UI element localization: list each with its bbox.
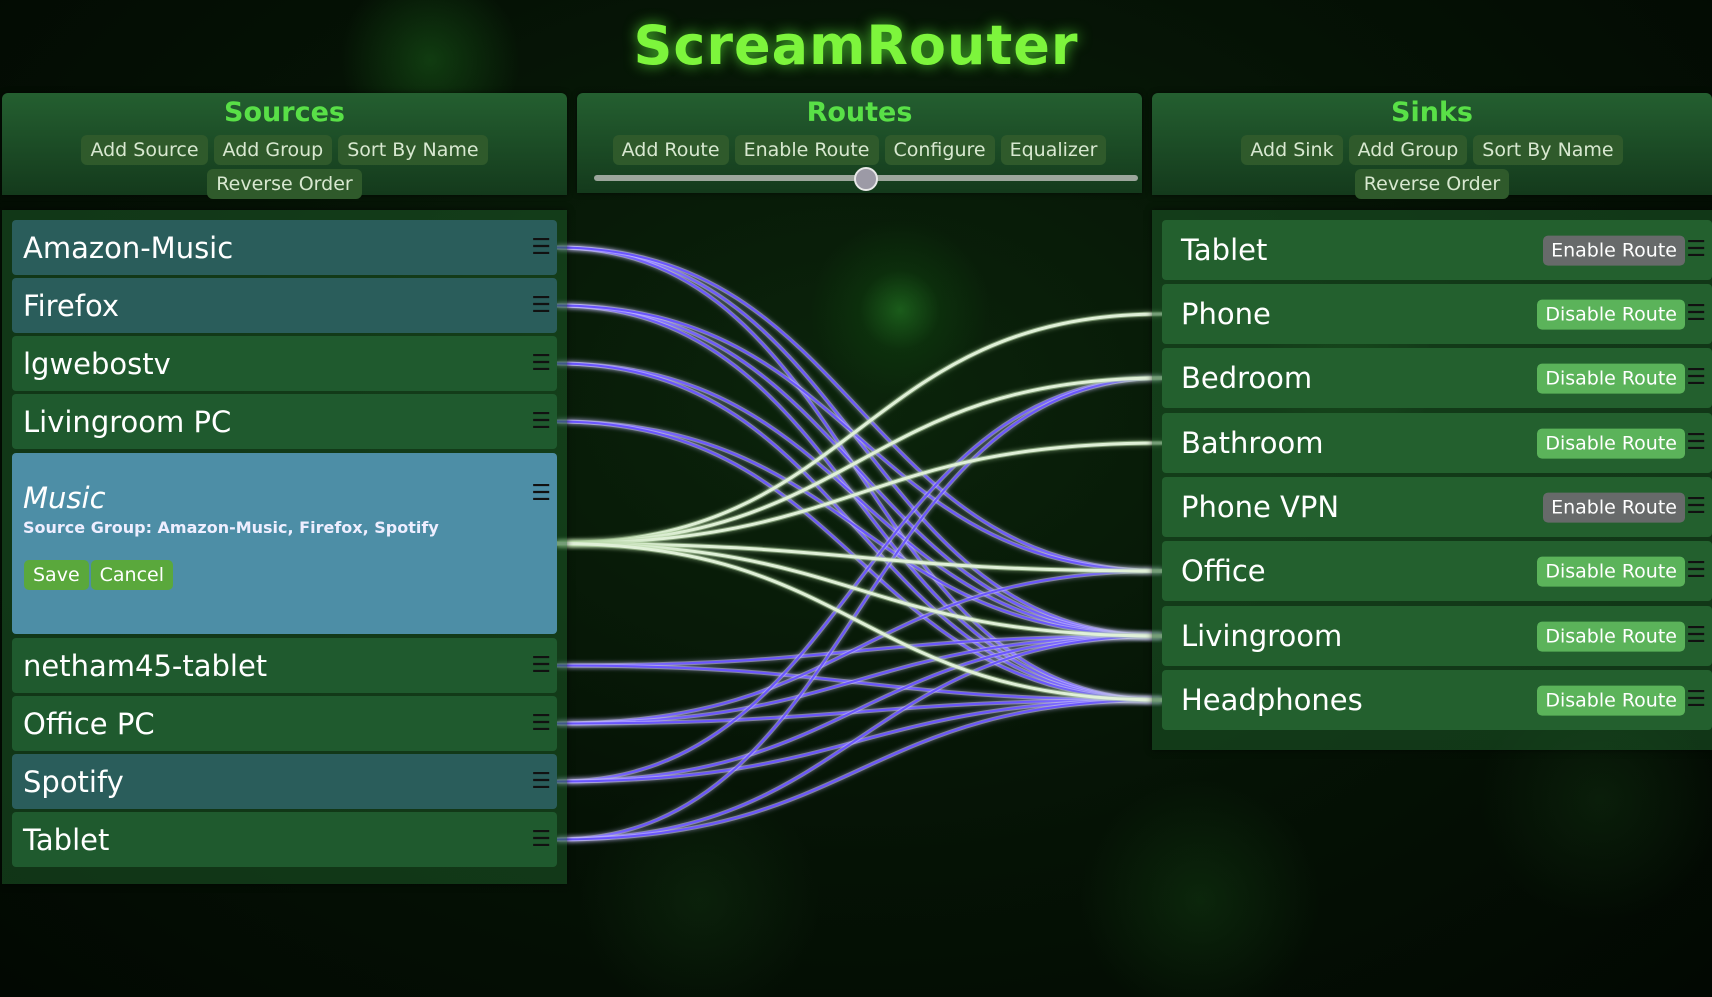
app-title: ScreamRouter: [633, 14, 1079, 77]
source-item[interactable]: lgwebostv ☰: [12, 336, 557, 391]
source-group-info: Source Group: Amazon-Music, Firefox, Spo…: [23, 518, 439, 537]
route-line[interactable]: [556, 246, 1163, 572]
sink-item[interactable]: Phone Disable Route ☰: [1162, 284, 1712, 344]
save-button[interactable]: Save: [24, 560, 89, 590]
sink-item[interactable]: Headphones Disable Route ☰: [1162, 670, 1712, 730]
menu-icon[interactable]: ☰: [1686, 496, 1706, 518]
source-name: Music: [23, 481, 106, 515]
source-name: Office PC: [23, 706, 155, 741]
source-name: Livingroom PC: [23, 404, 232, 439]
route-line[interactable]: [556, 376, 1163, 545]
sources-list: Amazon-Music ☰ Firefox ☰ lgwebostv ☰ Liv…: [2, 210, 567, 884]
route-slider-thumb[interactable]: [854, 167, 878, 191]
source-item[interactable]: Spotify ☰: [12, 754, 557, 809]
sink-name: Livingroom: [1181, 619, 1343, 653]
menu-icon[interactable]: ☰: [1686, 239, 1706, 261]
menu-icon[interactable]: ☰: [1686, 560, 1706, 582]
menu-icon[interactable]: ☰: [1686, 432, 1706, 454]
source-item[interactable]: Tablet ☰: [12, 812, 557, 867]
sink-item[interactable]: Office Disable Route ☰: [1162, 541, 1712, 601]
source-item[interactable]: Livingroom PC ☰: [12, 394, 557, 449]
source-name: netham45-tablet: [23, 648, 268, 683]
menu-icon[interactable]: ☰: [531, 770, 551, 793]
sources-sort-by-name-button[interactable]: Sort By Name: [338, 135, 488, 165]
add-sink-group-button[interactable]: Add Group: [1348, 135, 1468, 165]
disable-route-button[interactable]: Disable Route: [1537, 428, 1685, 459]
menu-icon[interactable]: ☰: [531, 410, 551, 433]
menu-icon[interactable]: ☰: [531, 654, 551, 677]
source-name: Amazon-Music: [23, 230, 234, 265]
disable-route-button[interactable]: Disable Route: [1537, 363, 1685, 394]
route-line[interactable]: [556, 304, 1163, 637]
add-route-button[interactable]: Add Route: [612, 135, 729, 165]
disable-route-button[interactable]: Disable Route: [1537, 685, 1685, 716]
sources-reverse-order-button[interactable]: Reverse Order: [207, 169, 362, 199]
source-name: lgwebostv: [23, 346, 171, 381]
sink-name: Office: [1181, 554, 1266, 588]
sink-item[interactable]: Tablet Enable Route ☰: [1162, 220, 1712, 280]
enable-route-button[interactable]: Enable Route: [734, 135, 879, 165]
source-name: Tablet: [23, 822, 110, 857]
add-source-group-button[interactable]: Add Group: [213, 135, 333, 165]
configure-button[interactable]: Configure: [884, 135, 995, 165]
menu-icon[interactable]: ☰: [531, 236, 551, 259]
add-sink-button[interactable]: Add Sink: [1241, 135, 1343, 165]
route-line[interactable]: [556, 420, 1163, 637]
sink-name: Tablet: [1181, 233, 1268, 267]
sinks-panel-header: Sinks Add Sink Add Group Sort By Name Reve…: [1152, 93, 1712, 199]
menu-icon[interactable]: ☰: [531, 294, 551, 317]
sinks-list: Tablet Enable Route ☰ Phone Disable Rout…: [1152, 210, 1712, 750]
header: ScreamRouter: [0, 0, 1712, 90]
sink-item[interactable]: Bathroom Disable Route ☰: [1162, 413, 1712, 473]
disable-route-button[interactable]: Disable Route: [1537, 299, 1685, 330]
disable-route-button[interactable]: Disable Route: [1537, 556, 1685, 587]
sources-panel-header: Sources Add Source Add Group Sort By Name …: [2, 93, 567, 199]
menu-icon[interactable]: ☰: [1686, 625, 1706, 647]
route-line[interactable]: [556, 362, 1163, 637]
sources-title: Sources: [224, 97, 345, 128]
equalizer-button[interactable]: Equalizer: [1000, 135, 1107, 165]
sink-item[interactable]: Phone VPN Enable Route ☰: [1162, 477, 1712, 537]
source-name: Firefox: [23, 288, 119, 323]
enable-route-button[interactable]: Enable Route: [1543, 492, 1685, 523]
menu-icon[interactable]: ☰: [1686, 689, 1706, 711]
menu-icon[interactable]: ☰: [531, 828, 551, 851]
sink-name: Phone VPN: [1181, 490, 1340, 524]
menu-icon[interactable]: ☰: [1686, 367, 1706, 389]
source-item[interactable]: Amazon-Music ☰: [12, 220, 557, 275]
sink-name: Bedroom: [1181, 361, 1313, 395]
route-line[interactable]: [556, 635, 1163, 783]
source-item[interactable]: Firefox ☰: [12, 278, 557, 333]
source-item[interactable]: netham45-tablet ☰: [12, 638, 557, 693]
sink-item[interactable]: Bedroom Disable Route ☰: [1162, 348, 1712, 408]
routes-title: Routes: [806, 97, 913, 128]
disable-route-button[interactable]: Disable Route: [1537, 621, 1685, 652]
menu-icon[interactable]: ☰: [531, 352, 551, 375]
menu-icon[interactable]: ☰: [1686, 303, 1706, 325]
sink-name: Bathroom: [1181, 426, 1324, 460]
sink-name: Phone: [1181, 297, 1271, 331]
source-item[interactable]: Office PC ☰: [12, 696, 557, 751]
add-source-button[interactable]: Add Source: [81, 135, 208, 165]
source-group-item-expanded[interactable]: Music ☰ Source Group: Amazon-Music, Fire…: [12, 453, 557, 634]
source-name: Spotify: [23, 764, 124, 799]
sink-item[interactable]: Livingroom Disable Route ☰: [1162, 606, 1712, 666]
enable-route-button[interactable]: Enable Route: [1543, 235, 1685, 266]
menu-icon[interactable]: ☰: [531, 483, 551, 505]
sinks-sort-by-name-button[interactable]: Sort By Name: [1473, 135, 1623, 165]
menu-icon[interactable]: ☰: [531, 712, 551, 735]
sinks-title: Sinks: [1391, 97, 1473, 128]
sinks-reverse-order-button[interactable]: Reverse Order: [1354, 169, 1510, 199]
sink-name: Headphones: [1181, 683, 1363, 717]
cancel-button[interactable]: Cancel: [90, 560, 174, 590]
